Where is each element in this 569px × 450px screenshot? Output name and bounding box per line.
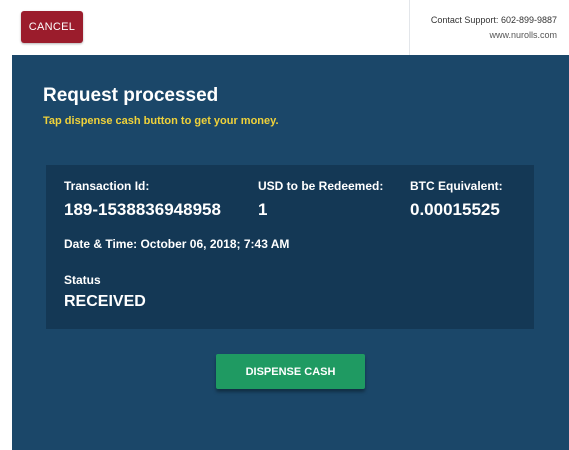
page-subtitle: Tap dispense cash button to get your mon…	[43, 115, 279, 127]
top-bar: CANCEL Contact Support: 602-899-9887 www…	[0, 0, 569, 55]
btc-value: 0.00015525	[410, 200, 500, 219]
status-value: RECEIVED	[64, 293, 146, 310]
contact-support: Contact Support: 602-899-9887 www.nuroll…	[431, 13, 557, 43]
transaction-id-value: 189-1538836948958	[64, 200, 221, 219]
usd-value: 1	[258, 200, 268, 219]
transaction-card: Transaction Id: 189-1538836948958 USD to…	[46, 165, 534, 329]
btc-label: BTC Equivalent:	[410, 179, 503, 193]
usd-label: USD to be Redeemed:	[258, 179, 384, 193]
transaction-id-label: Transaction Id:	[64, 179, 150, 193]
dispense-cash-button[interactable]: DISPENSE CASH	[216, 354, 365, 389]
top-divider	[409, 0, 410, 55]
status-label: Status	[64, 273, 101, 287]
main-panel: Request processed Tap dispense cash butt…	[12, 55, 569, 450]
page-title: Request processed	[43, 85, 219, 106]
support-label: Contact Support:	[430, 15, 499, 25]
support-website: www.nurolls.com	[489, 30, 557, 40]
support-phone: 602-899-9887	[500, 15, 557, 25]
cancel-button[interactable]: CANCEL	[21, 11, 83, 43]
datetime-text: Date & Time: October 06, 2018; 7:43 AM	[64, 237, 290, 251]
